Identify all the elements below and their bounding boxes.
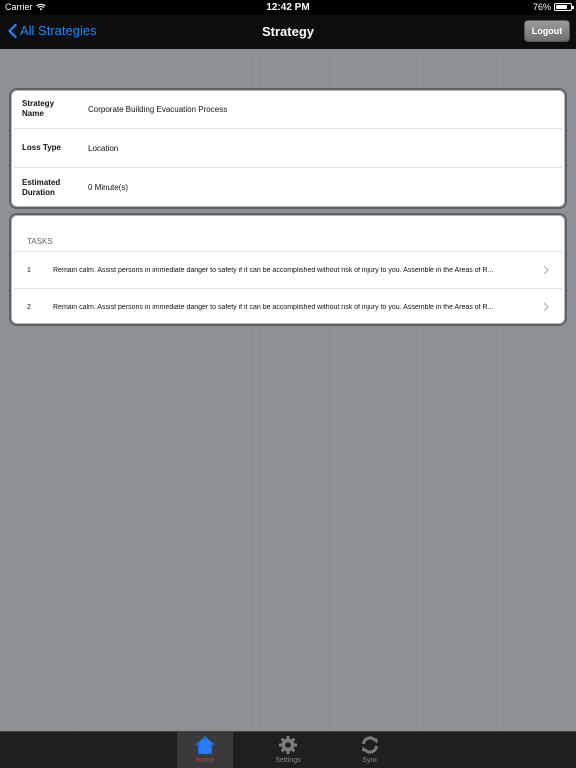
strategy-details-card: Strategy Name Corporate Building Evacuat… [9, 88, 567, 209]
tab-label: Sync [362, 757, 378, 764]
status-time: 12:42 PM [266, 2, 310, 13]
tasks-header: TASKS [11, 215, 565, 252]
tab-sync[interactable]: Sync [342, 732, 398, 768]
detail-value: Location [88, 143, 119, 153]
gear-icon [279, 736, 297, 754]
logout-button[interactable]: Logout [524, 20, 570, 42]
tab-label: Home [195, 757, 215, 764]
detail-label: Strategy Name [22, 99, 55, 118]
task-description: Remain calm. Assist persons in immediate… [53, 304, 494, 311]
chevron-right-icon [543, 302, 549, 312]
tab-bar: Home Settings Sync [0, 731, 576, 768]
page-title: Strategy [261, 24, 315, 39]
tab-label: Settings [275, 757, 301, 764]
tasks-card: TASKS 1 Remain calm. Assist persons in i… [9, 213, 567, 326]
home-icon [195, 736, 215, 754]
detail-row-strategy-name: Strategy Name Corporate Building Evacuat… [11, 90, 565, 129]
task-number: 1 [27, 267, 31, 274]
chevron-right-icon [543, 265, 549, 275]
detail-value: Corporate Building Evacuation Process [88, 104, 228, 114]
battery-percent: 76% [532, 2, 551, 12]
tab-home[interactable]: Home [177, 732, 233, 768]
status-bar: Carrier 12:42 PM 76% [0, 0, 576, 15]
detail-row-estimated-duration: Estimated Duration 0 Minute(s) [11, 168, 565, 207]
navigation-bar: All Strategies Strategy Logout [0, 15, 576, 49]
detail-label: Loss Type [22, 143, 61, 152]
tab-settings[interactable]: Settings [260, 732, 316, 768]
detail-label: Estimated Duration [22, 177, 61, 197]
detail-value: 0 Minute(s) [88, 183, 129, 192]
task-row[interactable]: 1 Remain calm. Assist persons in immedia… [11, 252, 565, 289]
detail-row-loss-type: Loss Type Location [11, 129, 565, 168]
task-number: 2 [27, 304, 31, 311]
sync-icon [362, 736, 378, 754]
task-row[interactable]: 2 Remain calm. Assist persons in immedia… [11, 289, 565, 326]
battery-indicator: 76% [532, 2, 574, 12]
battery-icon [554, 3, 574, 11]
task-description: Remain calm. Assist persons in immediate… [53, 267, 494, 274]
